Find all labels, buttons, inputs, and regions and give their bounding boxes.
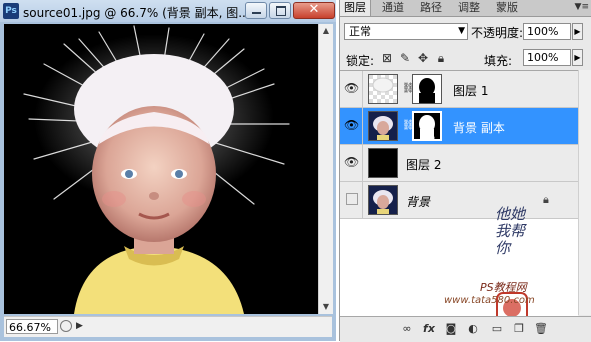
opacity-label: 不透明度: xyxy=(471,26,524,40)
lock-all-icon[interactable]: 🔒︎ xyxy=(434,51,448,65)
lock-pixels-icon[interactable]: ✎ xyxy=(398,51,412,65)
minimize-button[interactable] xyxy=(245,2,267,19)
opacity-slider-arrow-icon[interactable]: ▶ xyxy=(572,23,583,40)
panel-tabs: 图层 通道 路径 调整 蒙版 ▼≡ xyxy=(340,0,591,17)
child-photo xyxy=(4,24,318,314)
fill-field[interactable]: 100% xyxy=(523,49,571,66)
opacity-field[interactable]: 100% xyxy=(523,23,571,40)
layer-row[interactable]: 👁︎ ⛓︎ 图层 1 xyxy=(340,71,578,108)
scroll-down-arrow-icon[interactable]: ▼ xyxy=(319,300,333,314)
photoshop-app-icon: Ps xyxy=(3,3,19,19)
lock-label: 锁定: xyxy=(346,54,375,68)
layer-row[interactable]: 👁︎ 图层 2 xyxy=(340,145,578,182)
status-bar: 66.67% ▶ xyxy=(4,316,332,337)
layers-scrollbar[interactable] xyxy=(578,70,591,315)
hand-cursor-icon: ☝︎ xyxy=(426,126,436,145)
status-info-icon[interactable] xyxy=(60,320,72,332)
watermark-vertical-text: 他她我帮你 xyxy=(495,205,526,257)
maximize-button[interactable] xyxy=(269,2,291,19)
mask-icon[interactable]: ◙ xyxy=(444,322,458,336)
tab-masks[interactable]: 蒙版 xyxy=(492,0,522,16)
tab-adjustments[interactable]: 调整 xyxy=(454,0,484,16)
layer-name[interactable]: 背景 xyxy=(406,193,430,210)
layer-thumbnail xyxy=(368,74,398,104)
layer-mask-thumbnail[interactable] xyxy=(412,74,442,104)
chevron-down-icon: ▼ xyxy=(458,26,465,36)
status-menu-arrow-icon[interactable]: ▶ xyxy=(76,321,83,331)
layer-thumbnail xyxy=(368,111,398,141)
vertical-scrollbar[interactable]: ▲ ▼ xyxy=(318,24,333,314)
document-window: Ps source01.jpg @ 66.7% (背景 副本, 图... ✕ ▲… xyxy=(0,0,336,341)
layer-thumbnail xyxy=(368,148,398,178)
watermark-brand: PS教程网 xyxy=(480,281,527,294)
tab-layers[interactable]: 图层 xyxy=(340,0,371,16)
fill-label: 填充: xyxy=(484,54,513,68)
blend-mode-select[interactable]: 正常 ▼ xyxy=(344,23,468,40)
zoom-level-field[interactable]: 66.67% xyxy=(6,319,58,334)
panel-menu-icon[interactable]: ▼≡ xyxy=(575,2,589,12)
layers-list: 👁︎ ⛓︎ 图层 1 👁︎ ⛓︎ ☝︎ 背景 副本 👁︎ 图层 2 背景 🔒︎ … xyxy=(340,70,578,324)
lock-transparency-icon[interactable]: ⊠ xyxy=(380,51,394,65)
eye-icon[interactable]: 👁︎ xyxy=(344,81,359,95)
blend-mode-value: 正常 xyxy=(349,25,371,38)
layers-footer: ∞ fx ◙ ◐ ▭ ❐ 🗑︎ xyxy=(340,316,591,342)
image-canvas[interactable] xyxy=(4,24,318,314)
watermark-site: www.tata580.com xyxy=(444,295,535,306)
layer-name[interactable]: 图层 1 xyxy=(453,82,488,99)
trash-icon[interactable]: 🗑︎ xyxy=(534,322,548,336)
tab-channels[interactable]: 通道 xyxy=(378,0,408,16)
lock-position-icon[interactable]: ✥ xyxy=(416,51,430,65)
new-layer-icon[interactable]: ❐ xyxy=(512,322,526,336)
layer-name[interactable]: 背景 副本 xyxy=(453,119,505,136)
eye-icon[interactable]: 👁︎ xyxy=(344,155,359,169)
eye-icon[interactable]: 👁︎ xyxy=(344,118,359,132)
scroll-up-arrow-icon[interactable]: ▲ xyxy=(319,24,333,38)
group-icon[interactable]: ▭ xyxy=(490,322,504,336)
visibility-toggle-off[interactable] xyxy=(346,193,358,205)
document-title: source01.jpg @ 66.7% (背景 副本, 图... xyxy=(23,6,250,20)
layers-panel: 图层 通道 路径 调整 蒙版 ▼≡ 正常 ▼ 不透明度: 100% ▶ 锁定: … xyxy=(339,0,591,342)
fx-icon[interactable]: fx xyxy=(422,322,436,336)
lock-icon: 🔒︎ xyxy=(543,193,549,206)
layer-thumbnail xyxy=(368,185,398,215)
document-title-bar[interactable]: Ps source01.jpg @ 66.7% (背景 副本, 图... ✕ xyxy=(0,0,336,22)
close-icon: ✕ xyxy=(308,2,320,17)
close-button[interactable]: ✕ xyxy=(293,2,335,19)
tab-paths[interactable]: 路径 xyxy=(416,0,446,16)
link-icon[interactable]: ∞ xyxy=(400,322,414,336)
layer-row-selected[interactable]: 👁︎ ⛓︎ ☝︎ 背景 副本 xyxy=(340,108,578,145)
adjustment-icon[interactable]: ◐ xyxy=(466,322,480,336)
layer-row[interactable]: 背景 🔒︎ xyxy=(340,182,578,219)
layer-name[interactable]: 图层 2 xyxy=(406,156,441,173)
fill-slider-arrow-icon[interactable]: ▶ xyxy=(572,49,583,66)
